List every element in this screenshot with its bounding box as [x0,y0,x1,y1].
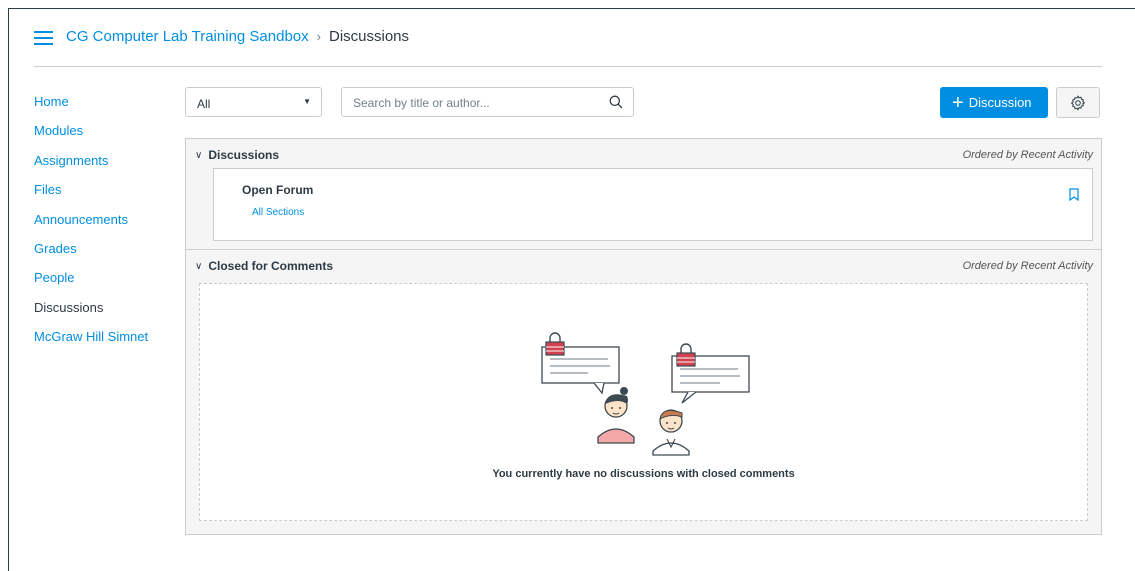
caret-down-icon: ▼ [303,97,311,106]
sidebar-item-announcements[interactable]: Announcements [34,211,174,240]
discussions-group-header: ∨ Discussions Ordered by Recent Activity [186,139,1101,169]
sidebar-item-discussions[interactable]: Discussions [34,299,174,328]
page-header: CG Computer Lab Training Sandbox › Discu… [9,9,1135,67]
gear-icon [1070,94,1086,111]
sidebar-item-home[interactable]: Home [34,93,174,122]
search-placeholder: Search by title or author... [353,96,490,110]
discussions-group-title: Discussions [208,148,280,162]
discussions-group-toggle[interactable]: ∨ Discussions [195,148,279,162]
settings-button[interactable] [1056,87,1100,118]
sidebar-item-grades[interactable]: Grades [34,240,174,269]
sidebar-item-assignments[interactable]: Assignments [34,152,174,181]
sidebar-item-people[interactable]: People [34,269,174,298]
breadcrumb-separator: › [316,29,321,44]
list-item[interactable]: Open Forum All Sections [213,168,1093,241]
chevron-down-icon: ∨ [195,149,203,161]
closed-group-toggle[interactable]: ∨ Closed for Comments [195,259,333,273]
closed-comments-illustration [541,332,750,456]
add-discussion-button[interactable]: + Discussion [940,87,1048,118]
empty-state-message: You currently have no discussions with c… [492,468,795,480]
sidebar-item-files[interactable]: Files [34,181,174,210]
course-nav: Home Modules Assignments Files Announcem… [34,93,174,358]
search-icon [609,95,623,109]
closed-ordering-label: Ordered by Recent Activity [962,260,1093,272]
topic-sections-link[interactable]: All Sections [252,207,304,218]
chevron-down-icon: ∨ [195,260,203,272]
discussion-filter-select[interactable]: All ▼ [185,87,322,117]
discussions-ordering-label: Ordered by Recent Activity [962,149,1093,161]
sidebar-item-modules[interactable]: Modules [34,122,174,151]
topic-title[interactable]: Open Forum [242,183,313,197]
closed-group-title: Closed for Comments [208,259,334,273]
search-input[interactable]: Search by title or author... [341,87,634,117]
discussions-group: ∨ Discussions Ordered by Recent Activity… [185,138,1102,250]
empty-drop-zone: You currently have no discussions with c… [199,283,1088,521]
header-divider [34,66,1102,67]
sidebar-item-mcgraw-hill-simnet[interactable]: McGraw Hill Simnet [34,328,174,357]
hamburger-icon[interactable] [34,31,53,45]
window-border-left [8,8,9,571]
closed-group-header: ∨ Closed for Comments Ordered by Recent … [186,250,1101,280]
breadcrumb-course-link[interactable]: CG Computer Lab Training Sandbox [66,28,309,45]
breadcrumb-current: Discussions [328,28,410,45]
add-discussion-label: Discussion [968,95,1032,110]
closed-for-comments-group: ∨ Closed for Comments Ordered by Recent … [185,249,1102,535]
filter-selected-value: All [197,97,211,111]
plus-icon: + [952,91,964,114]
bookmark-icon[interactable] [1069,188,1079,201]
breadcrumb: CG Computer Lab Training Sandbox › Discu… [66,28,409,45]
